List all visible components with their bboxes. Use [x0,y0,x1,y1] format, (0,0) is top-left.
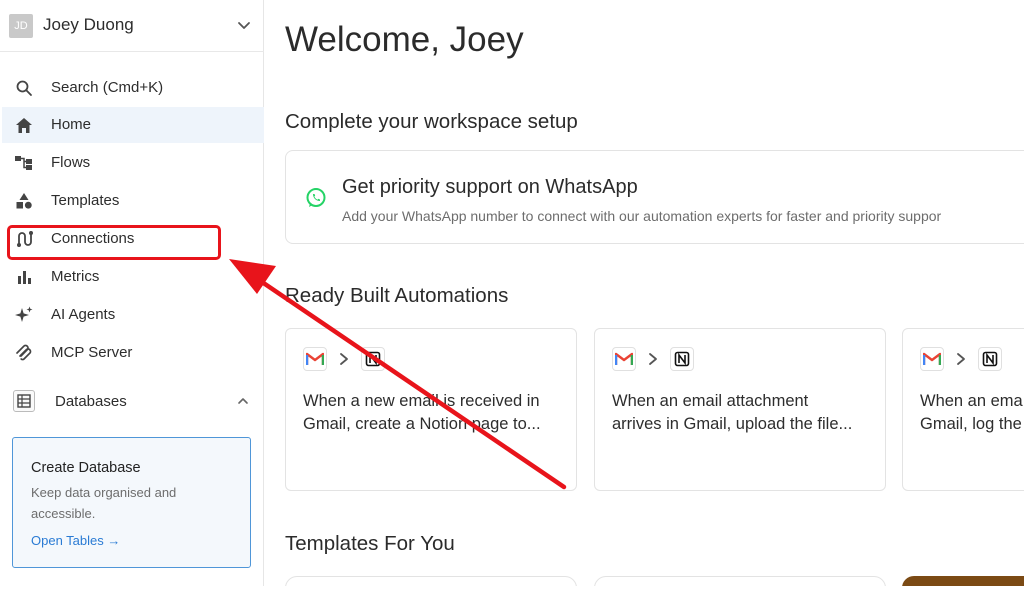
user-name: Joey Duong [43,15,134,34]
sidebar-item-connections[interactable]: Connections [2,221,264,257]
sidebar-item-label: AI Agents [51,306,116,323]
notion-icon [670,347,694,371]
workspace-setup-title: Complete your workspace setup [285,110,578,133]
search-icon [14,79,34,97]
whatsapp-icon [306,188,326,207]
chevron-right-icon [649,353,657,365]
create-database-description: Keep data organised and accessible. [31,485,177,521]
sidebar-item-label: Metrics [51,268,100,285]
sidebar-item-mcp-server[interactable]: MCP Server [2,335,264,371]
avatar: JD [9,14,33,38]
automation-card[interactable]: When a new email is received in Gmail, c… [285,328,577,491]
sparkle-icon [14,306,34,324]
connections-icon [14,230,34,248]
sidebar-item-label: Templates [51,192,120,209]
flows-icon [14,154,34,172]
automation-card[interactable]: When an ema Gmail, log the [902,328,1024,491]
sidebar-section-databases[interactable]: Databases [2,382,264,420]
chevron-up-icon[interactable] [236,394,250,408]
gmail-icon [303,347,327,371]
whatsapp-card-title: Get priority support on WhatsApp [342,176,638,198]
automation-description: When a new email is received in Gmail, c… [303,392,541,433]
automation-card[interactable]: When an email attachment arrives in Gmai… [594,328,886,491]
sidebar-item-label: Home [51,116,92,133]
templates-icon [14,192,34,210]
sidebar-item-label: Connections [51,230,135,247]
notion-icon [361,347,385,371]
sidebar-item-templates[interactable]: Templates [2,183,264,219]
chevron-right-icon [340,353,348,365]
sidebar-item-flows[interactable]: Flows [2,145,264,181]
chevron-right-icon [957,353,965,365]
sidebar-item-label: Search (Cmd+K) [51,79,164,96]
main-content: Welcome, Joey Complete your workspace se… [265,0,1024,589]
sidebar-item-search[interactable]: Search (Cmd+K) [2,70,264,106]
sidebar-item-home[interactable]: Home [2,107,264,143]
mcp-icon [14,344,34,362]
gmail-icon [920,347,944,371]
chevron-down-icon[interactable] [236,17,252,33]
whatsapp-support-card[interactable]: Get priority support on WhatsApp Add you… [285,150,1024,244]
automation-description: When an ema Gmail, log the [920,392,1023,433]
metrics-icon [14,268,34,286]
home-icon [14,116,34,134]
table-icon [13,390,35,412]
sidebar-item-label: Flows [51,154,91,171]
whatsapp-card-description: Add your WhatsApp number to connect with… [342,208,942,224]
workspace-user-switcher[interactable]: JD Joey Duong [0,0,264,52]
sidebar-item-ai-agents[interactable]: AI Agents [2,297,264,333]
automation-description: When an email attachment arrives in Gmai… [612,392,853,433]
sidebar-item-label: MCP Server [51,344,133,361]
gmail-icon [612,347,636,371]
templates-for-you-title: Templates For You [285,532,455,555]
create-database-card: Create Database Keep data organised and … [12,437,251,568]
sidebar-item-metrics[interactable]: Metrics [2,259,264,295]
ready-built-automations-title: Ready Built Automations [285,284,509,307]
sidebar: JD Joey Duong Search (Cmd+K) Home Flows … [0,0,264,586]
notion-icon [978,347,1002,371]
databases-label: Databases [55,393,127,410]
page-title: Welcome, Joey [285,20,524,59]
create-database-title: Create Database [31,460,141,476]
open-tables-link[interactable]: Open Tables → [31,533,120,548]
